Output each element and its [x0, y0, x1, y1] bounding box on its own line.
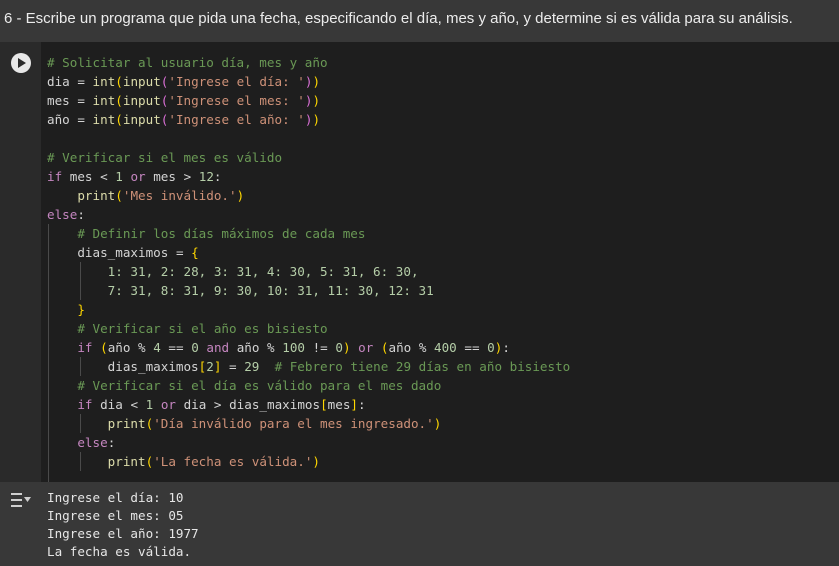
run-cell-icon[interactable]	[11, 53, 31, 73]
output-text: Ingrese el día: 10 Ingrese el mes: 05 In…	[47, 489, 199, 561]
code-comment: # Solicitar al usuario día, mes y año	[47, 55, 328, 70]
cell-output: Ingrese el día: 10 Ingrese el mes: 05 In…	[0, 482, 839, 566]
exercise-heading: 6 - Escribe un programa que pida una fec…	[0, 0, 839, 42]
output-line: Ingrese el día: 10	[47, 490, 184, 505]
code-cell[interactable]: # Solicitar al usuario día, mes y año di…	[0, 42, 839, 482]
output-line: La fecha es válida.	[47, 544, 192, 559]
cell-gutter	[0, 42, 41, 482]
code-comment: # Verificar si el año es bisiesto	[77, 321, 328, 336]
code-comment: # Febrero tiene 29 días en año bisiesto	[274, 359, 571, 374]
output-line: Ingrese el año: 1977	[47, 526, 199, 541]
output-collapse-icon[interactable]	[10, 490, 32, 510]
code-comment: # Definir los días máximos de cada mes	[77, 226, 366, 241]
code-editor[interactable]: # Solicitar al usuario día, mes y año di…	[47, 53, 570, 471]
code-comment: # Verificar si el día es válido para el …	[77, 378, 442, 393]
code-comment: # Verificar si el mes es válido	[47, 150, 283, 165]
output-line: Ingrese el mes: 05	[47, 508, 184, 523]
